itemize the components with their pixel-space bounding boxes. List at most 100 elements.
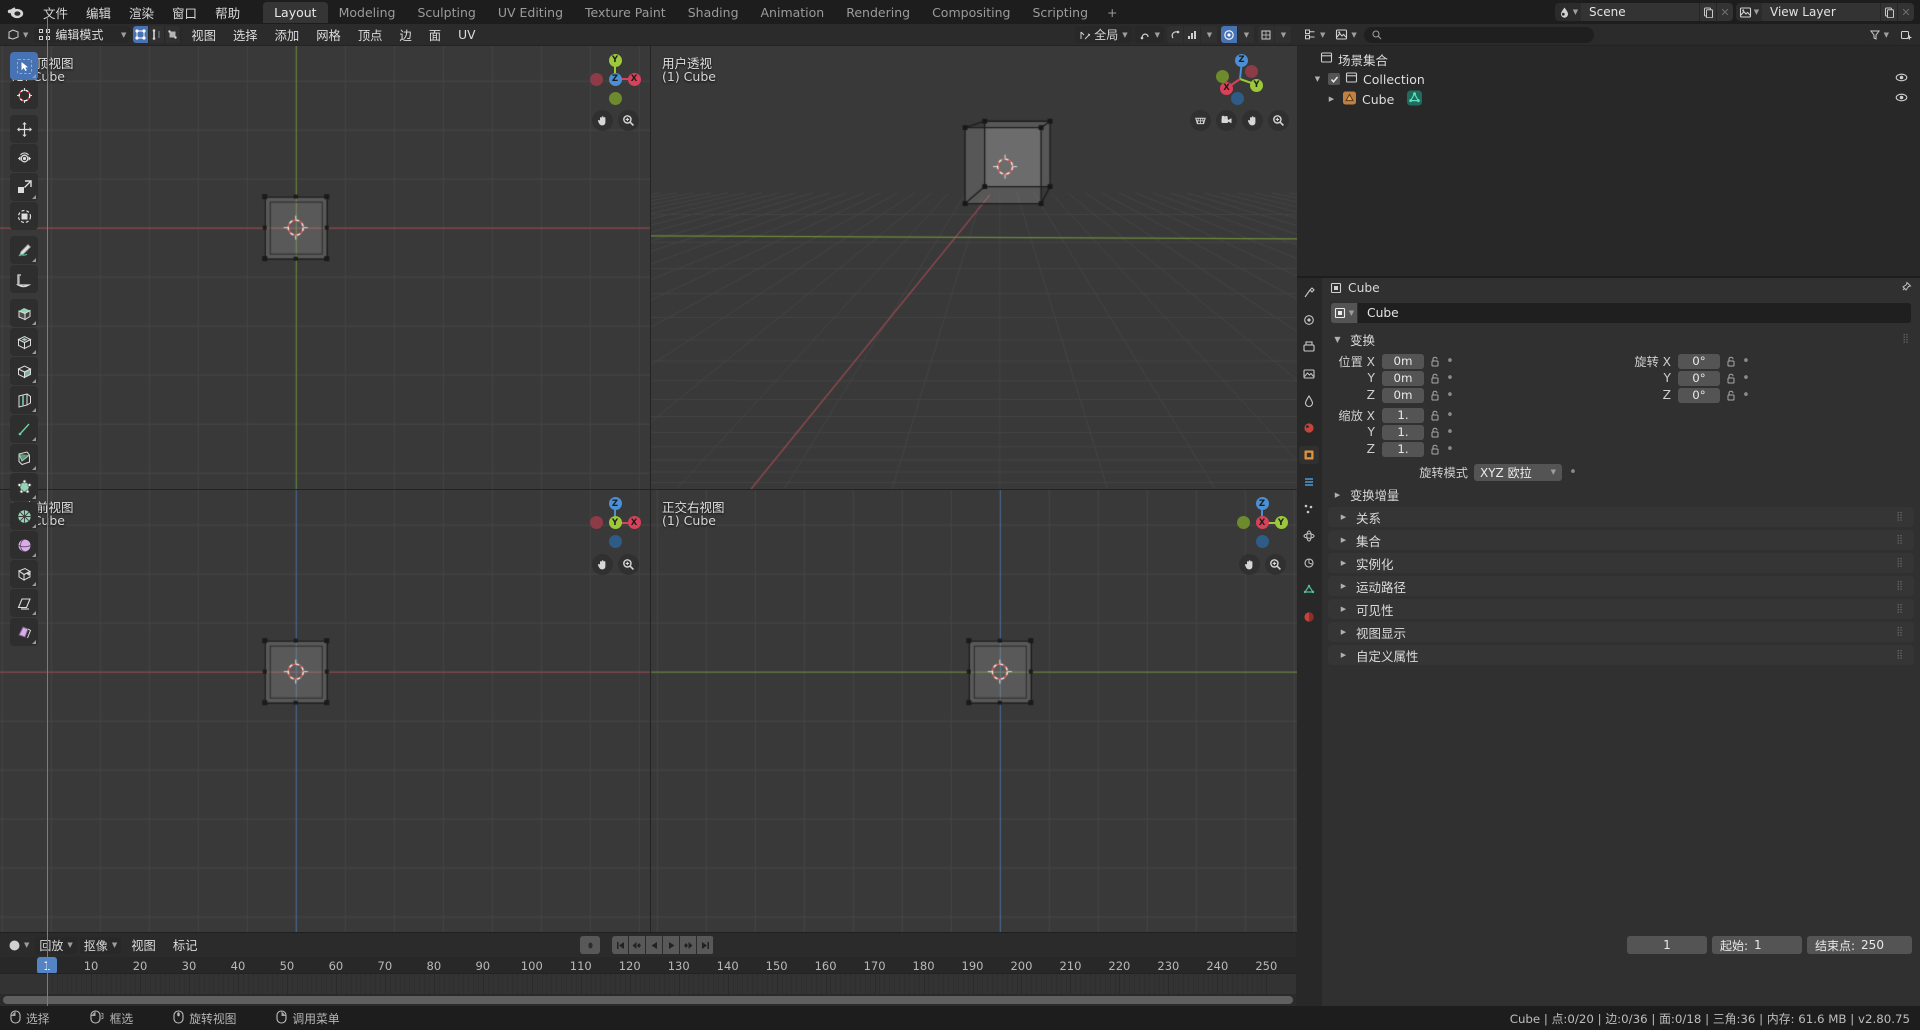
play-button[interactable]	[663, 936, 680, 954]
menu-mesh[interactable]: 网格	[309, 25, 348, 45]
workspace-tab-scripting[interactable]: Scripting	[1021, 2, 1099, 23]
timeline-menu-marker[interactable]: 标记	[166, 935, 205, 955]
lock-icon[interactable]	[1428, 427, 1441, 438]
scale-x-value[interactable]: 1.	[1382, 407, 1424, 423]
object-name-value[interactable]: Cube	[1358, 303, 1911, 323]
navigation-gizmo[interactable]: YXZ	[588, 52, 642, 106]
viewport-canvas[interactable]	[0, 46, 650, 489]
scene-name[interactable]: Scene	[1581, 3, 1699, 21]
outliner-new-collection-button[interactable]	[1897, 26, 1915, 43]
timeline-menu-view[interactable]: 视图	[124, 935, 163, 955]
menu-face[interactable]: 面	[422, 25, 448, 45]
view-layer-selector[interactable]: ▼ View Layer ✕	[1736, 3, 1914, 21]
scrollbar-thumb[interactable]	[3, 996, 1293, 1004]
tool-poly-build-tool[interactable]	[10, 444, 38, 472]
location-x-value[interactable]: 0m	[1382, 353, 1424, 369]
gizmo-axis-x[interactable]: X	[627, 516, 641, 529]
workspace-tab-compositing[interactable]: Compositing	[921, 2, 1021, 23]
tab-particles[interactable]	[1299, 500, 1319, 518]
scale-y-value[interactable]: 1.	[1382, 424, 1424, 440]
gizmo-axis-y-neg[interactable]	[1216, 69, 1229, 83]
tab-scene[interactable]	[1299, 392, 1319, 410]
gizmo-axis-y[interactable]: Y	[1250, 78, 1263, 92]
frame-end-field[interactable]: 结束点: 250	[1807, 936, 1912, 954]
transform-panel-header[interactable]: ▼ 变换 ⣿	[1322, 329, 1920, 349]
rotation-x-value[interactable]: 0°	[1678, 353, 1720, 369]
frame-start-field[interactable]: 起始: 1	[1712, 936, 1802, 954]
hide-in-viewport-icon[interactable]	[1895, 91, 1908, 107]
scene-selector[interactable]: ▼ Scene ✕	[1555, 3, 1733, 21]
gizmo-axis-z-neg[interactable]	[608, 535, 622, 548]
outliner-item-cube[interactable]: ▶ Cube	[1296, 89, 1920, 109]
location-z-value[interactable]: 0m	[1382, 387, 1424, 403]
timeline-track[interactable]	[0, 974, 1296, 994]
overlay-dropdown[interactable]: ▼	[1275, 26, 1292, 43]
lock-icon[interactable]	[1428, 390, 1441, 401]
lock-icon[interactable]	[1428, 444, 1441, 455]
gizmo-axis-y-neg[interactable]	[608, 91, 622, 105]
jump-to-end-button[interactable]	[697, 936, 714, 954]
workspace-tab-rendering[interactable]: Rendering	[835, 2, 921, 23]
tab-output[interactable]	[1299, 338, 1319, 356]
chevron-right-icon[interactable]: ▶	[1326, 95, 1337, 103]
tab-material[interactable]	[1299, 608, 1319, 626]
gizmo-axis-z[interactable]: Z	[1235, 53, 1248, 67]
menu-view[interactable]: 视图	[184, 25, 223, 45]
play-reverse-button[interactable]	[646, 936, 663, 954]
interaction-mode-selector[interactable]: 编辑模式 ▼	[34, 26, 131, 43]
next-keyframe-button[interactable]	[680, 936, 697, 954]
gizmo-axis-x-neg[interactable]	[589, 516, 603, 529]
menu-uv[interactable]: UV	[451, 27, 482, 43]
view-layer-name[interactable]: View Layer	[1762, 3, 1880, 21]
tool-inset-faces-tool[interactable]	[10, 328, 38, 356]
snap-selector[interactable]: ▼	[1134, 26, 1164, 43]
auto-keying-button[interactable]	[580, 936, 600, 954]
rotation-mode-select[interactable]: XYZ 欧拉 ▼	[1474, 463, 1562, 481]
menu-edit[interactable]: 编辑	[77, 1, 120, 24]
workspace-tab-animation[interactable]: Animation	[750, 2, 836, 23]
animate-property-icon[interactable]: •	[1741, 371, 1751, 386]
animate-property-icon[interactable]: •	[1445, 371, 1455, 386]
properties-panel-5[interactable]: ▶ 视图显示 ⣿	[1328, 622, 1914, 642]
tool-spin-tool[interactable]	[10, 473, 38, 501]
face-select-mode-button[interactable]	[165, 26, 182, 43]
outliner-display-mode-button[interactable]: ▼	[1332, 26, 1360, 43]
tool-edge-slide-tool[interactable]	[10, 531, 38, 559]
tab-object[interactable]	[1299, 446, 1319, 464]
menu-vertex[interactable]: 顶点	[351, 25, 390, 45]
transform-orientation-selector[interactable]: 全局 ▼	[1075, 26, 1132, 43]
tool-tweak-select-tool[interactable]	[10, 52, 38, 80]
gizmo-axis-y-neg[interactable]	[1236, 516, 1250, 529]
animate-property-icon[interactable]: •	[1741, 388, 1751, 403]
timeline-ruler[interactable]: 10 20 30 40 50 60 70 80 90 100 110 120 130 140 150 160 1…	[0, 957, 1296, 974]
outliner-scene-collection[interactable]: 场景集合	[1296, 49, 1920, 69]
menu-render[interactable]: 渲染	[120, 1, 163, 24]
menu-edge[interactable]: 边	[392, 25, 418, 45]
tool-smooth-tool[interactable]	[10, 502, 38, 530]
proportional-edit-toggle[interactable]	[1167, 26, 1184, 43]
animate-property-icon[interactable]: •	[1445, 388, 1455, 403]
mesh-data-icon[interactable]	[1406, 90, 1423, 109]
tool-loop-cut-tool[interactable]	[10, 386, 38, 414]
viewport-top[interactable]: 正交顶视图 (1) Cube Y X Z	[0, 46, 650, 489]
gizmo-axis-z-neg[interactable]	[1231, 91, 1244, 105]
tool-annotate-tool[interactable]	[10, 236, 38, 264]
workspace-tab-modeling[interactable]: Modeling	[328, 2, 407, 23]
timeline-horizontal-scrollbar[interactable]	[0, 994, 1296, 1006]
tool-scale-tool[interactable]	[10, 173, 38, 201]
proportional-falloff-selector[interactable]	[1184, 26, 1201, 43]
lock-icon[interactable]	[1428, 356, 1441, 367]
toggle-camera-grid-icon[interactable]	[1190, 110, 1211, 131]
camera-view-icon[interactable]	[1216, 110, 1237, 131]
workspace-tab-texture-paint[interactable]: Texture Paint	[574, 2, 677, 23]
falloff-dropdown[interactable]: ▼	[1201, 26, 1218, 43]
viewport-front[interactable]: 正交前视图(1) CubeZXY	[0, 489, 650, 932]
object-name-field[interactable]: ▼ Cube	[1331, 302, 1911, 324]
remove-view-layer-button[interactable]: ✕	[1897, 3, 1914, 21]
gizmo-axis-z[interactable]: Z	[1255, 497, 1269, 510]
lock-icon[interactable]	[1724, 373, 1737, 384]
tool-bevel-tool[interactable]	[10, 357, 38, 385]
gizmo-axis-y[interactable]: Y	[608, 53, 622, 67]
rotation-y-value[interactable]: 0°	[1678, 370, 1720, 386]
keying-menu[interactable]: 抠像 ▼	[79, 936, 122, 954]
